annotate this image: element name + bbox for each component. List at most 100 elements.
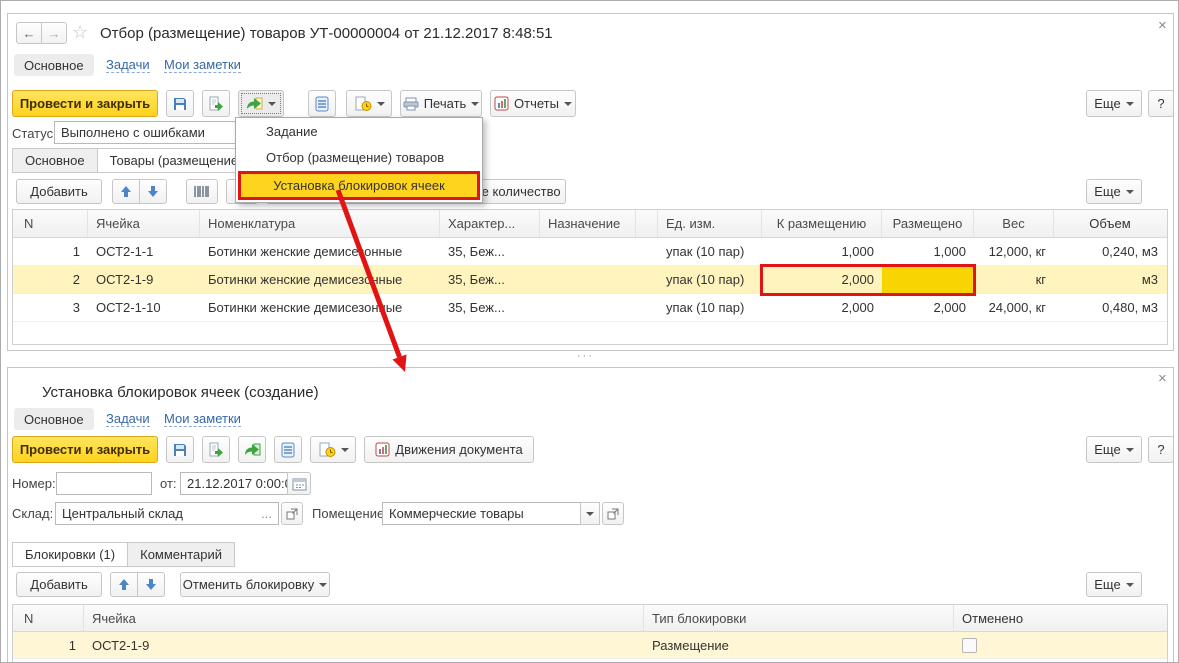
document-history-button[interactable] — [310, 436, 356, 463]
table-cell[interactable]: 3 — [16, 294, 88, 321]
document-history-button[interactable] — [346, 90, 392, 117]
cancelled-checkbox[interactable] — [962, 638, 977, 653]
date-picker-button[interactable] — [287, 472, 311, 495]
table-cell[interactable]: упак (10 пар) — [658, 294, 762, 321]
post-document-button[interactable] — [202, 90, 230, 117]
table-cell[interactable]: 2,000 — [882, 294, 974, 321]
choose-ellipsis-icon[interactable]: ... — [261, 506, 272, 521]
column-header[interactable]: Характер... — [440, 210, 540, 237]
table-cell[interactable]: 1,000 — [882, 238, 974, 265]
column-header[interactable]: Отменено — [954, 605, 1164, 631]
column-header[interactable] — [636, 210, 658, 237]
table-cell[interactable] — [636, 266, 658, 293]
table-cell[interactable]: ОСТ2-1-9 — [88, 266, 200, 293]
close-icon[interactable]: × — [1158, 372, 1167, 386]
add-row-button[interactable]: Добавить — [16, 572, 102, 597]
column-header[interactable]: N — [16, 210, 88, 237]
menu-item-task[interactable]: Задание — [236, 118, 482, 144]
reports-button[interactable]: Отчеты — [490, 90, 576, 117]
column-header[interactable]: К размещению — [762, 210, 882, 237]
table-cell[interactable]: 24,000, кг — [974, 294, 1054, 321]
table-cell[interactable]: ОСТ2-1-9 — [84, 632, 644, 658]
table-cell[interactable]: 35, Беж... — [440, 294, 540, 321]
post-and-close-button[interactable]: Провести и закрыть — [12, 90, 158, 117]
table-cell[interactable]: ОСТ2-1-1 — [88, 238, 200, 265]
print-button[interactable]: Печать — [400, 90, 482, 117]
help-button[interactable]: ? — [1148, 90, 1174, 117]
open-room-button[interactable] — [602, 502, 624, 525]
table-cell[interactable]: м3 — [1054, 266, 1166, 293]
column-header[interactable]: Ячейка — [88, 210, 200, 237]
move-down-button[interactable] — [139, 179, 167, 204]
create-based-on-button[interactable] — [238, 436, 266, 463]
table-cell[interactable]: ОСТ2-1-10 — [88, 294, 200, 321]
nav-item-tasks[interactable]: Задачи — [106, 57, 150, 73]
table-cell[interactable]: Размещение — [644, 632, 954, 658]
forward-button[interactable]: → — [41, 22, 67, 44]
tab-main[interactable]: Основное — [12, 148, 98, 173]
table-row-selected[interactable]: 1 ОСТ2-1-9 Размещение — [13, 632, 1167, 659]
table-cell[interactable] — [636, 238, 658, 265]
table-cell-placed-empty[interactable] — [882, 266, 974, 293]
nav-item-main[interactable]: Основное — [14, 54, 94, 76]
room-field[interactable]: Коммерческие товары — [382, 502, 581, 525]
column-header[interactable]: Вес — [974, 210, 1054, 237]
number-field[interactable] — [56, 472, 152, 495]
table-cell[interactable]: Ботинки женские демисезонные — [200, 238, 440, 265]
nav-item-main[interactable]: Основное — [14, 408, 94, 430]
table-cell[interactable]: 0,240, м3 — [1054, 238, 1166, 265]
table-cell[interactable]: 2 — [16, 266, 88, 293]
favorite-star-icon[interactable]: ☆ — [72, 22, 88, 43]
column-header[interactable]: Тип блокировки — [644, 605, 954, 631]
table-row[interactable]: 1 ОСТ2-1-1 Ботинки женские демисезонные … — [13, 238, 1167, 266]
menu-item-selection[interactable]: Отбор (размещение) товаров — [236, 144, 482, 170]
nav-item-tasks[interactable]: Задачи — [106, 411, 150, 427]
table-cell[interactable]: 1 — [16, 238, 88, 265]
help-button[interactable]: ? — [1148, 436, 1174, 463]
table-cell[interactable]: Ботинки женские демисезонные — [200, 294, 440, 321]
nav-item-notes[interactable]: Мои заметки — [164, 57, 241, 73]
table-cell[interactable] — [540, 294, 636, 321]
nav-item-notes[interactable]: Мои заметки — [164, 411, 241, 427]
post-and-close-button[interactable]: Провести и закрыть — [12, 436, 158, 463]
table-cell[interactable]: 2,000 — [762, 294, 882, 321]
warehouse-field[interactable]: Центральный склад ... — [55, 502, 279, 525]
barcode-scan-button[interactable] — [186, 179, 218, 204]
more-button[interactable]: Еще — [1086, 90, 1142, 117]
column-header[interactable]: Ячейка — [84, 605, 644, 631]
menu-item-cell-locks-highlighted[interactable]: Установка блокировок ячеек — [238, 171, 480, 200]
table-cell[interactable]: 12,000, кг — [974, 238, 1054, 265]
create-based-on-button[interactable] — [238, 90, 284, 117]
column-header[interactable]: Номенклатура — [200, 210, 440, 237]
close-icon[interactable]: × — [1158, 19, 1167, 33]
column-header[interactable]: Размещено — [882, 210, 974, 237]
table-more-button[interactable]: Еще — [1086, 572, 1142, 597]
table-cell[interactable]: упак (10 пар) — [658, 238, 762, 265]
post-document-button[interactable] — [202, 436, 230, 463]
cancel-lock-button[interactable]: Отменить блокировку — [180, 572, 330, 597]
splitter-handle[interactable]: ··· — [577, 350, 594, 362]
tab-locks[interactable]: Блокировки (1) — [12, 542, 128, 567]
date-field[interactable]: 21.12.2017 0:00:00 — [180, 472, 288, 495]
table-cell[interactable]: 35, Беж... — [440, 238, 540, 265]
register-records-button[interactable] — [308, 90, 336, 117]
table-cell[interactable]: упак (10 пар) — [658, 266, 762, 293]
move-up-button[interactable] — [110, 572, 138, 597]
column-header[interactable]: Объем — [1054, 210, 1166, 237]
column-header[interactable]: Ед. изм. — [658, 210, 762, 237]
table-cell[interactable]: 35, Беж... — [440, 266, 540, 293]
column-header[interactable]: Назначение — [540, 210, 636, 237]
save-button[interactable] — [166, 90, 194, 117]
register-records-button[interactable] — [274, 436, 302, 463]
table-row[interactable]: 3 ОСТ2-1-10 Ботинки женские демисезонные… — [13, 294, 1167, 322]
tab-comment[interactable]: Комментарий — [127, 542, 235, 567]
table-cell[interactable]: 1 — [16, 632, 84, 658]
column-header[interactable]: N — [16, 605, 84, 631]
room-dropdown-button[interactable] — [580, 502, 600, 525]
table-row-selected[interactable]: 2 ОСТ2-1-9 Ботинки женские демисезонные … — [13, 266, 1167, 294]
table-cell[interactable]: кг — [974, 266, 1054, 293]
add-row-button[interactable]: Добавить — [16, 179, 102, 204]
table-cell[interactable]: 2,000 — [762, 266, 882, 293]
table-cell[interactable]: 1,000 — [762, 238, 882, 265]
save-button[interactable] — [166, 436, 194, 463]
